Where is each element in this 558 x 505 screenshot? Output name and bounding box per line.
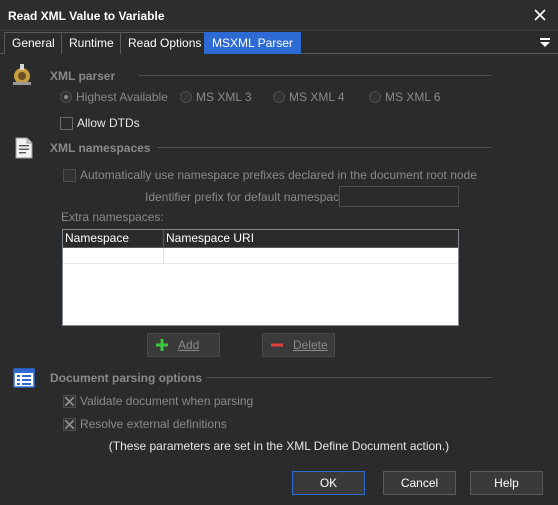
namespaces-table[interactable]: Namespace Prefix Namespace URI xyxy=(62,229,459,326)
checkbox-box xyxy=(63,394,76,408)
parsing-options-icon xyxy=(13,368,35,388)
help-button[interactable]: Help xyxy=(470,471,543,495)
delete-button[interactable]: Delete xyxy=(262,333,335,357)
xml-namespaces-divider xyxy=(157,147,492,148)
title-bar: Read XML Value to Variable xyxy=(0,0,558,31)
checkbox-box xyxy=(60,116,73,130)
tab-menu-icon[interactable] xyxy=(538,35,552,49)
radio-label: MS XML 3 xyxy=(196,90,252,104)
extra-namespaces-label: Extra namespaces: xyxy=(61,210,164,224)
delete-button-label: Delete xyxy=(293,338,328,352)
tab-read-options[interactable]: Read Options xyxy=(120,32,210,54)
radio-label: MS XML 6 xyxy=(385,90,441,104)
radio-dot xyxy=(180,91,192,103)
add-button[interactable]: Add xyxy=(147,333,220,357)
auto-namespace-prefix-checkbox[interactable]: Automatically use namespace prefixes dec… xyxy=(63,168,477,182)
checkbox-label: Resolve external definitions xyxy=(80,417,227,431)
validate-document-checkbox[interactable]: Validate document when parsing xyxy=(63,394,253,408)
add-button-label: Add xyxy=(178,338,200,352)
radio-dot xyxy=(369,91,381,103)
parameters-note: (These parameters are set in the XML Def… xyxy=(108,439,450,453)
radio-highest-available[interactable]: Highest Available xyxy=(60,90,168,104)
identifier-prefix-input[interactable] xyxy=(339,186,459,207)
radio-msxml-6[interactable]: MS XML 6 xyxy=(369,90,441,104)
xml-parser-icon xyxy=(13,64,31,85)
cancel-button[interactable]: Cancel xyxy=(383,471,456,495)
column-header-prefix[interactable]: Namespace Prefix xyxy=(63,230,164,262)
xml-namespaces-heading: XML namespaces xyxy=(50,141,151,155)
plus-icon xyxy=(156,339,168,351)
tab-bar: General Runtime Read Options MSXML Parse… xyxy=(0,31,558,54)
checkbox-label: Validate document when parsing xyxy=(80,394,254,408)
checkbox-box xyxy=(63,417,76,431)
close-icon[interactable] xyxy=(528,3,552,27)
checkbox-label: Allow DTDs xyxy=(77,116,140,130)
radio-msxml-3[interactable]: MS XML 3 xyxy=(180,90,252,104)
radio-msxml-4[interactable]: MS XML 4 xyxy=(273,90,345,104)
table-header: Namespace Prefix Namespace URI xyxy=(63,230,458,262)
resolve-external-checkbox[interactable]: Resolve external definitions xyxy=(63,417,227,431)
row-divider xyxy=(163,248,164,264)
parsing-options-heading: Document parsing options xyxy=(50,371,203,385)
xml-parser-heading: XML parser xyxy=(50,69,116,83)
tab-runtime[interactable]: Runtime xyxy=(61,32,122,54)
document-icon xyxy=(15,137,33,159)
radio-label: MS XML 4 xyxy=(289,90,345,104)
column-header-uri[interactable]: Namespace URI xyxy=(164,230,458,248)
ok-button[interactable]: OK xyxy=(292,471,365,495)
radio-dot xyxy=(273,91,285,103)
checkbox-label: Automatically use namespace prefixes dec… xyxy=(80,168,477,182)
allow-dtds-checkbox[interactable]: Allow DTDs xyxy=(60,116,140,130)
radio-label: Highest Available xyxy=(76,90,168,104)
identifier-prefix-label: Identifier prefix for default namespace: xyxy=(145,190,350,204)
window-title: Read XML Value to Variable xyxy=(8,9,165,23)
xml-parser-divider xyxy=(139,75,492,76)
table-row[interactable] xyxy=(63,248,458,264)
checkbox-box xyxy=(63,168,76,182)
radio-dot xyxy=(60,91,72,103)
parsing-options-divider xyxy=(206,377,492,378)
minus-icon xyxy=(271,343,283,347)
tab-general[interactable]: General xyxy=(4,32,63,54)
tab-msxml-parser[interactable]: MSXML Parser xyxy=(204,32,301,54)
